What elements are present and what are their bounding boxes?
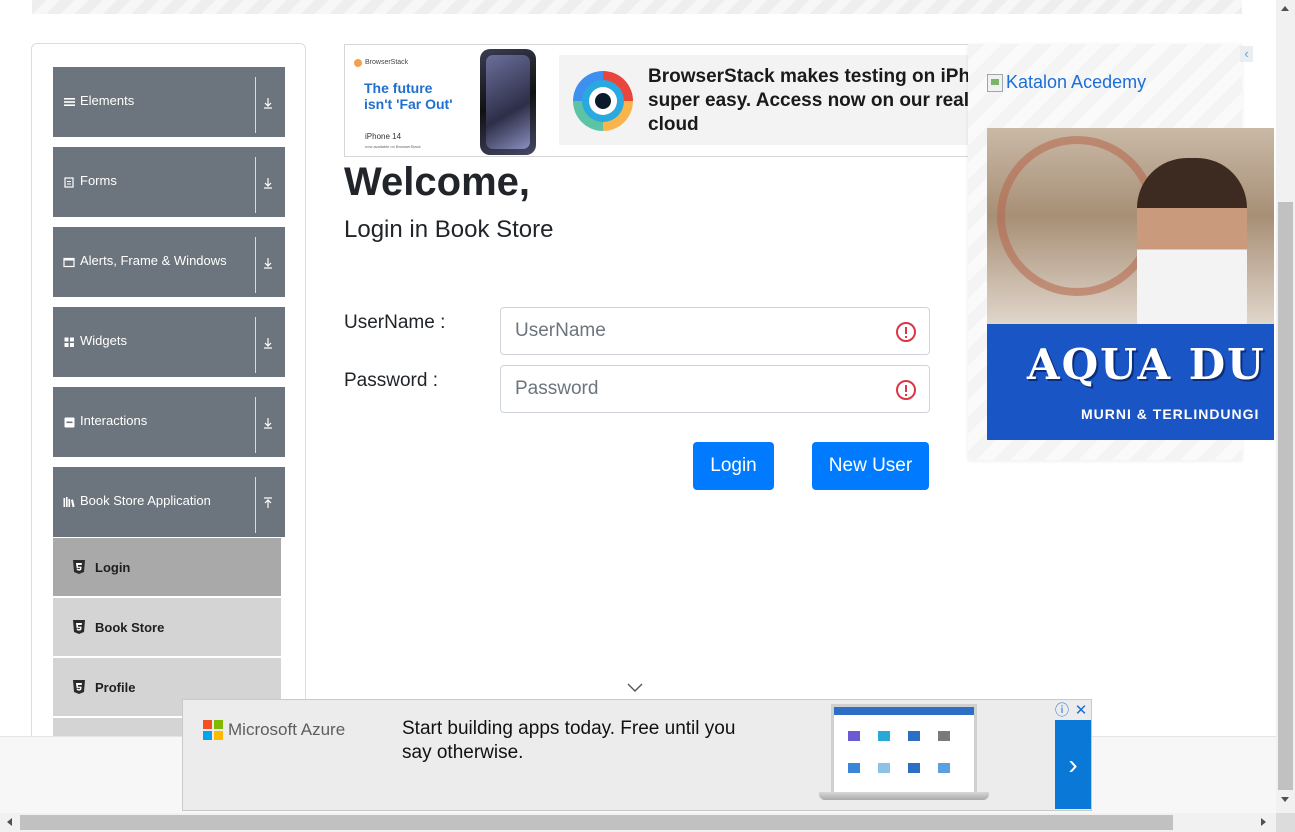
sidebar-item-label: Login [95, 560, 131, 575]
divider [255, 317, 256, 373]
download-arrow-icon [261, 255, 275, 271]
aqua-ad-image[interactable]: AQUA DU MURNI & TERLINDUNGI [987, 128, 1274, 440]
grid-icon [63, 335, 75, 349]
sidebar-item-label: Book Store [95, 620, 165, 635]
ad-headline: Start building apps today. Free until yo… [402, 718, 736, 763]
download-arrow-icon [261, 95, 275, 111]
sidebar-item-book-store[interactable]: Book Store [53, 598, 281, 656]
scroll-left-icon[interactable] [7, 818, 12, 826]
ad-text-line: super easy. Access now on our real [648, 90, 970, 111]
sidebar-group-label: Book Store Application [80, 493, 211, 508]
password-label: Password : [344, 370, 438, 391]
sidebar-group-label: Widgets [80, 333, 127, 348]
ad-device-label: iPhone 14 [365, 132, 402, 141]
form-icon [63, 175, 75, 189]
aqua-tagline: MURNI & TERLINDUNGI [1081, 406, 1260, 422]
sidebar-item-login[interactable]: Login [53, 538, 281, 596]
sidebar-group-label: Forms [80, 173, 117, 188]
broken-image-icon [987, 73, 1003, 92]
katalon-ad-link-text: Katalon Acedemy [1006, 72, 1147, 92]
phone-image [480, 49, 536, 155]
page-subtitle: Login in Book Store [344, 216, 554, 243]
ad-device-note: now available on BrowserStack [365, 144, 421, 149]
password-field [500, 365, 930, 413]
download-arrow-icon [261, 335, 275, 351]
chevron-down-icon[interactable] [627, 681, 643, 693]
scroll-right-icon[interactable] [1261, 818, 1266, 826]
username-label: UserName : [344, 312, 446, 333]
ad-photo [987, 128, 1274, 324]
sidebar-group-elements[interactable]: Elements [53, 67, 285, 137]
azure-ad[interactable]: Microsoft Azure Start building apps toda… [182, 699, 1092, 811]
divider [255, 477, 256, 533]
ad-collapse-icon[interactable]: ‹ [1240, 46, 1253, 62]
aqua-logo: AQUA DU [1027, 340, 1266, 389]
html5-icon [72, 679, 86, 695]
horizontal-scrollbar[interactable] [0, 813, 1276, 832]
microsoft-logo-icon [203, 720, 223, 740]
page: Elements Forms Alerts, Frame & Windows W… [0, 0, 1295, 832]
divider [255, 397, 256, 453]
page-title: Welcome, [344, 160, 530, 204]
download-arrow-icon [261, 415, 275, 431]
scroll-down-icon[interactable] [1281, 797, 1289, 802]
top-banner-strip [32, 0, 1242, 14]
html5-icon [72, 559, 86, 575]
ad-advertiser: Microsoft Azure [228, 720, 346, 739]
error-icon [896, 380, 916, 400]
divider [255, 157, 256, 213]
html5-icon [72, 619, 86, 635]
ad-left-headline: The future isn't 'Far Out' [364, 80, 474, 112]
sidebar-group-widgets[interactable]: Widgets [53, 307, 285, 377]
ad-headline-line: The future [364, 80, 433, 96]
books-icon [63, 495, 75, 509]
scrollbar-corner [1276, 813, 1295, 832]
login-button[interactable]: Login [693, 442, 774, 490]
hamburger-icon [63, 95, 75, 109]
sidebar-group-label: Alerts, Frame & Windows [80, 253, 227, 268]
ad-brand: BrowserStack [365, 59, 409, 66]
password-input[interactable] [515, 366, 875, 412]
sidebar-group-interactions[interactable]: Interactions [53, 387, 285, 457]
phone-screen [486, 55, 530, 149]
sidebar-group-label: Interactions [80, 413, 148, 428]
browserstack-logo-icon [354, 59, 362, 67]
error-icon [896, 322, 916, 342]
scrollbar-thumb[interactable] [20, 815, 1173, 830]
ad-text-line: BrowserStack makes testing on iPho [648, 66, 982, 87]
ad-left-panel: BrowserStack The future isn't 'Far Out' … [345, 45, 545, 156]
aqua-brand-panel: AQUA DU MURNI & TERLINDUNGI [987, 324, 1274, 440]
sidebar-group-alerts[interactable]: Alerts, Frame & Windows [53, 227, 285, 297]
browserstack-logo-icon [573, 71, 633, 131]
upload-arrow-icon [261, 495, 275, 511]
ad-body-text: BrowserStack makes testing on iPho super… [648, 65, 983, 137]
username-input[interactable] [515, 308, 875, 354]
ad-close-icon[interactable]: ✕ [1072, 702, 1090, 719]
vertical-scrollbar[interactable] [1276, 0, 1295, 813]
username-field [500, 307, 930, 355]
interaction-icon [63, 415, 75, 429]
sidebar-group-forms[interactable]: Forms [53, 147, 285, 217]
divider [255, 77, 256, 133]
browserstack-ad[interactable]: BrowserStack The future isn't 'Far Out' … [344, 44, 984, 157]
ad-right-panel: BrowserStack makes testing on iPho super… [559, 55, 983, 145]
scrollbar-thumb[interactable] [1278, 202, 1293, 790]
ad-headline-line: isn't 'Far Out' [364, 96, 453, 112]
katalon-ad-link[interactable]: Katalon Acedemy [987, 72, 1146, 93]
laptop-image [819, 704, 989, 804]
new-user-button[interactable]: New User [812, 442, 929, 490]
sidebar-group-label: Elements [80, 93, 135, 108]
divider [255, 237, 256, 293]
ad-info-icon[interactable]: ⓘ [1053, 702, 1071, 718]
window-icon [63, 255, 75, 269]
download-arrow-icon [261, 175, 275, 191]
ad-text-line: cloud [648, 114, 699, 135]
scroll-up-icon[interactable] [1281, 6, 1289, 11]
sidebar-item-label: Profile [95, 680, 136, 695]
sidebar-group-book-store-application[interactable]: Book Store Application [53, 467, 285, 537]
ad-next-button[interactable]: › [1055, 720, 1091, 809]
